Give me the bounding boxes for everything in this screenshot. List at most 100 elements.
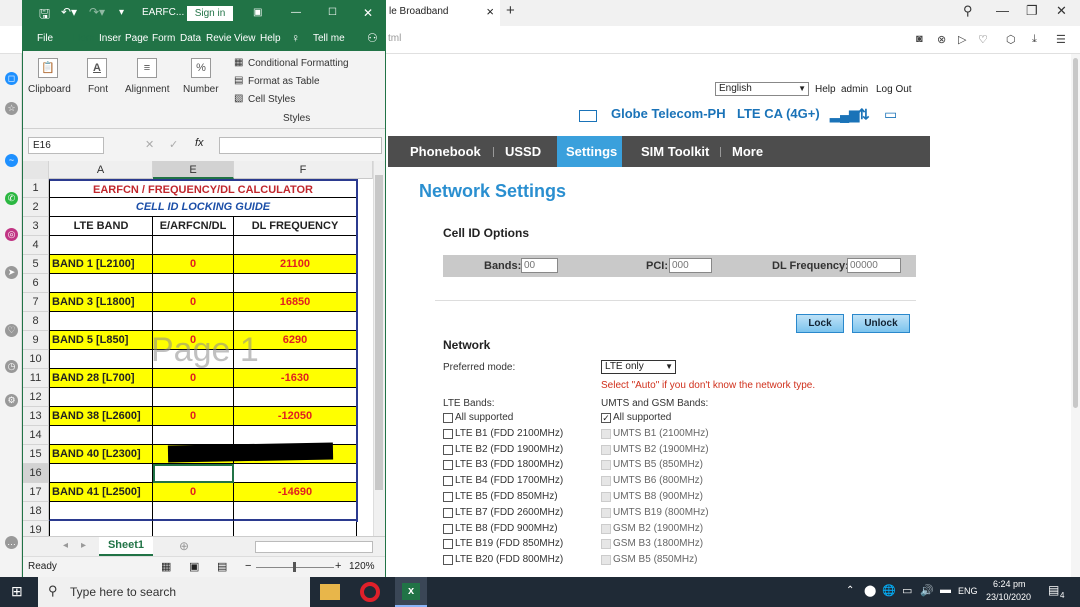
row-header[interactable]: 11 [23, 369, 49, 388]
row-header[interactable]: 3 [23, 217, 49, 236]
heart-side-icon[interactable]: ♡ [5, 324, 18, 337]
qat-customize-icon[interactable]: ▾ [119, 7, 124, 18]
clock-time[interactable]: 6:24 pm [993, 579, 1026, 589]
empty-cell[interactable] [49, 521, 153, 536]
zoom-slider-thumb[interactable] [293, 562, 296, 572]
menu-icon[interactable]: ☰ [1056, 33, 1066, 46]
row-header[interactable]: 15 [23, 445, 49, 464]
row-header[interactable]: 6 [23, 274, 49, 293]
row-header[interactable]: 7 [23, 293, 49, 312]
empty-cell[interactable] [49, 274, 153, 293]
name-box[interactable]: E16 [28, 137, 104, 154]
messenger-icon[interactable]: ~ [5, 154, 18, 167]
umts-band-checkbox[interactable] [601, 428, 611, 439]
prev-sheet-icon[interactable]: ◂ [63, 540, 68, 551]
column-header-e[interactable]: E [153, 161, 234, 179]
url-text[interactable]: tml [388, 33, 401, 44]
row-header[interactable]: 2 [23, 198, 49, 217]
font-icon[interactable]: A [87, 58, 107, 78]
bands-input[interactable] [521, 258, 558, 273]
lte-band-checkbox[interactable] [443, 428, 453, 439]
vertical-scroll-thumb[interactable] [375, 175, 383, 490]
history-icon[interactable]: ◷ [5, 360, 18, 373]
band-cell[interactable]: BAND 40 [L2300] [49, 445, 153, 464]
lte-band-checkbox[interactable] [443, 523, 453, 534]
save-icon[interactable]: 🖫 [39, 5, 50, 27]
earfcn-cell[interactable]: 0 [153, 407, 234, 426]
empty-cell[interactable] [49, 350, 153, 369]
tab-file[interactable]: File [37, 33, 53, 44]
format-as-table-button[interactable]: Format as Table [248, 76, 320, 87]
lte-band-checkbox[interactable] [443, 476, 453, 487]
row-header[interactable]: 19 [23, 521, 49, 536]
bookmark-icon[interactable]: ☆ [5, 102, 18, 115]
mail-icon[interactable] [579, 110, 597, 122]
empty-cell[interactable] [234, 502, 357, 521]
next-sheet-icon[interactable]: ▸ [81, 540, 86, 551]
nav-phonebook[interactable]: Phonebook [410, 136, 481, 167]
empty-cell[interactable] [234, 521, 357, 536]
restore-icon[interactable]: ❐ [1026, 3, 1038, 19]
tab-review[interactable]: Revie [206, 33, 232, 44]
enter-icon[interactable]: ✓ [169, 138, 178, 151]
empty-cell[interactable] [153, 274, 234, 293]
new-tab-icon[interactable]: + [506, 2, 515, 19]
add-sheet-icon[interactable]: ⊕ [179, 539, 189, 553]
tell-me-search[interactable]: Tell me [313, 33, 345, 44]
spreadsheet-grid[interactable]: A E F 1 2 3 4 5 6 7 8 9 10 11 12 13 14 15 16 17 18 19 EARF… [23, 161, 385, 536]
undo-icon[interactable]: ↶▾ [61, 5, 77, 19]
formula-bar[interactable] [219, 137, 382, 154]
lte-band-checkbox[interactable] [443, 492, 453, 502]
row-header[interactable]: 1 [23, 179, 49, 198]
language-select[interactable]: English ▼ [715, 82, 809, 96]
empty-cell[interactable] [234, 388, 357, 407]
empty-cell[interactable] [153, 388, 234, 407]
excel-close-icon[interactable]: ✕ [363, 6, 373, 20]
apps-icon[interactable]: ◻ [5, 72, 18, 85]
more-icon[interactable]: … [5, 536, 18, 549]
empty-cell[interactable] [153, 426, 234, 445]
file-explorer-icon[interactable] [320, 584, 340, 600]
empty-cell[interactable] [153, 502, 234, 521]
volume-icon[interactable]: 🔊 [920, 584, 934, 597]
excel-minimize-icon[interactable]: — [291, 7, 301, 18]
cube-icon[interactable]: ⬡ [1006, 33, 1016, 46]
empty-cell[interactable] [234, 464, 357, 483]
empty-cell[interactable] [49, 312, 153, 331]
zoom-out-icon[interactable]: − [245, 560, 251, 572]
row-header[interactable]: 14 [23, 426, 49, 445]
lock-button[interactable]: Lock [796, 314, 844, 333]
lte-band-checkbox[interactable] [443, 507, 453, 518]
instagram-icon[interactable]: ◎ [5, 228, 18, 241]
whatsapp-icon[interactable]: ✆ [5, 192, 18, 205]
umts-band-checkbox[interactable]: ✓ [601, 413, 611, 423]
notifications-icon[interactable]: ▤ [1048, 583, 1059, 597]
windows-start-icon[interactable]: ⊞ [11, 583, 23, 600]
empty-cell[interactable] [49, 236, 153, 255]
empty-cell[interactable] [234, 274, 357, 293]
earfcn-cell[interactable]: 0 [153, 255, 234, 274]
percent-icon[interactable]: % [191, 58, 211, 78]
dl-frequency-cell[interactable]: 16850 [234, 293, 357, 312]
row-header[interactable]: 12 [23, 388, 49, 407]
lte-band-checkbox[interactable] [443, 460, 453, 471]
tab-insert[interactable]: Inser [99, 33, 121, 44]
zoom-level[interactable]: 120% [349, 561, 375, 572]
font-group[interactable]: Font [88, 84, 108, 95]
alignment-group[interactable]: Alignment [125, 84, 169, 95]
logout-link[interactable]: Log Out [876, 84, 912, 95]
block-icon[interactable]: ⊗ [937, 33, 946, 46]
band-cell[interactable]: BAND 28 [L700] [49, 369, 153, 388]
cancel-icon[interactable]: ✕ [145, 138, 154, 151]
close-tab-icon[interactable]: × [486, 0, 494, 24]
empty-cell[interactable] [49, 388, 153, 407]
umts-band-checkbox[interactable] [601, 476, 611, 487]
dl-frequency-cell[interactable]: -1630 [234, 369, 357, 388]
tab-formulas[interactable]: Form [152, 33, 175, 44]
empty-cell[interactable] [234, 312, 357, 331]
search-icon[interactable]: ⚲ [963, 3, 973, 19]
band-cell[interactable]: BAND 41 [L2500] [49, 483, 153, 502]
empty-cell[interactable] [234, 426, 357, 445]
tab-home[interactable]: Hom [73, 33, 94, 44]
ribbon-display-icon[interactable]: ▣ [253, 7, 262, 18]
